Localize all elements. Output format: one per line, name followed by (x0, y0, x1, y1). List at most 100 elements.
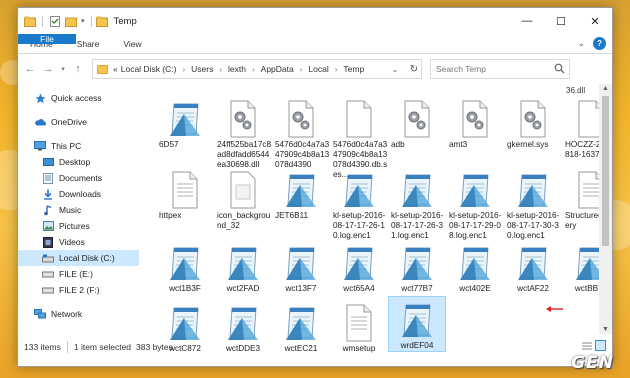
file-item[interactable]: 5476d0c4a7a347909c4b8a13078d4390 (272, 94, 330, 170)
file-item[interactable]: kl-setup-2016-08-17-17-29-08.log.enc1 (446, 165, 504, 241)
notepad-icon (339, 238, 379, 282)
file-item[interactable]: kl-setup-2016-08-17-17-26-31.log.enc1 (388, 165, 446, 241)
sidebar-item-file-e[interactable]: FILE (E:) (18, 266, 139, 282)
file-name: wctAF22 (517, 284, 549, 293)
new-folder-icon[interactable] (65, 16, 77, 27)
notepad-icon (397, 165, 437, 209)
customize-toolbar-icon[interactable]: ▾ (81, 17, 85, 25)
folder-icon (97, 64, 108, 74)
sidebar-item-documents[interactable]: Documents (18, 170, 139, 186)
sidebar-item-this-pc[interactable]: This PC (18, 138, 139, 154)
file-item[interactable]: kl-setup-2016-08-17-17-30-30.log.enc1 (504, 165, 562, 241)
file-name: wct13F7 (285, 284, 317, 293)
scrollbar-thumb[interactable] (602, 96, 609, 246)
scroll-down-icon[interactable]: ▼ (599, 326, 612, 333)
sidebar-item-downloads[interactable]: Downloads (18, 186, 139, 202)
tab-view[interactable]: View (111, 34, 153, 53)
status-separator (66, 340, 68, 353)
file-item[interactable]: amt3 (446, 94, 504, 150)
breadcrumb-separator[interactable]: › (335, 65, 338, 74)
breadcrumb-item[interactable]: Temp (343, 64, 364, 74)
notepad-icon (513, 238, 553, 282)
quick-access-toolbar: ▾ (24, 15, 94, 27)
sidebar-item-desktop[interactable]: Desktop (18, 154, 139, 170)
file-item[interactable]: adb (388, 94, 446, 150)
tab-file[interactable]: File (18, 34, 76, 44)
recent-locations-button[interactable]: ▾ (58, 60, 68, 78)
sidebar-item-videos[interactable]: Videos (18, 234, 139, 250)
file-item[interactable]: wct65A4 (330, 238, 388, 294)
file-item[interactable]: wct402E (446, 238, 504, 294)
breadcrumb-item[interactable]: lexth (228, 64, 246, 74)
breadcrumb-item[interactable]: Local (308, 64, 328, 74)
maximize-button[interactable]: ☐ (544, 8, 578, 34)
folder-icon (24, 16, 36, 27)
sidebar-item-file-2-f[interactable]: FILE 2 (F:) (18, 282, 139, 298)
breadcrumb-overflow[interactable]: « (113, 64, 118, 74)
sidebar-item-label: FILE (E:) (59, 269, 94, 279)
large-icons-view-icon[interactable] (595, 340, 606, 353)
file-item[interactable]: wct1B3F (156, 238, 214, 294)
minimize-button[interactable]: — (510, 8, 544, 34)
file-name: wct2FAD (226, 284, 260, 293)
sidebar-item-pictures[interactable]: Pictures (18, 218, 139, 234)
window-title: Temp (113, 15, 137, 27)
address-dropdown-icon[interactable]: ⌄ (388, 65, 402, 74)
file-item[interactable]: JET6B11 (272, 165, 330, 221)
sidebar-item-label: FILE 2 (F:) (59, 285, 100, 295)
breadcrumb-item[interactable]: Users (191, 64, 213, 74)
search-input[interactable] (436, 64, 551, 74)
properties-icon[interactable] (49, 15, 61, 27)
sidebar-item-network[interactable]: Network (18, 306, 139, 322)
sidebar-item-label: Quick access (51, 93, 102, 103)
sidebar-item-label: Documents (59, 173, 102, 183)
drive-icon (42, 269, 54, 280)
file-item[interactable]: 24ff525ba17c8ad8dfadd6544ea30698.dll (214, 94, 272, 170)
drive-icon (42, 285, 54, 296)
desktop-icon (42, 157, 54, 168)
file-item[interactable]: wct13F7 (272, 238, 330, 294)
help-icon[interactable]: ? (593, 37, 606, 50)
file-item[interactable]: gkernel.sys (504, 94, 562, 150)
file-item[interactable]: 6D57 (156, 94, 214, 150)
file-item[interactable]: icon_background_32 (214, 165, 272, 231)
breadcrumb-separator[interactable]: › (219, 65, 222, 74)
notepad-icon (397, 297, 437, 339)
image-file-icon (223, 165, 263, 209)
back-button[interactable]: ← (22, 60, 38, 78)
vertical-scrollbar[interactable]: ▲ ▼ (599, 84, 612, 334)
scroll-up-icon[interactable]: ▲ (599, 85, 612, 92)
file-name: kl-setup-2016-08-17-17-30-30.log.enc1 (507, 211, 560, 240)
forward-button[interactable]: → (40, 60, 56, 78)
file-item[interactable]: wctAF22 (504, 238, 562, 294)
details-view-icon[interactable] (582, 341, 592, 353)
sidebar-item-quick-access[interactable]: Quick access (18, 90, 139, 106)
breadcrumb-separator[interactable]: › (252, 65, 255, 74)
window-controls: — ☐ ✕ (510, 8, 612, 34)
file-item[interactable]: wct77B7 (388, 238, 446, 294)
refresh-icon[interactable]: ↻ (407, 64, 421, 75)
breadcrumb-item[interactable]: AppData (261, 64, 294, 74)
file-item[interactable]: httpex (156, 165, 214, 221)
file-name: amt3 (449, 140, 468, 149)
sidebar-item-music[interactable]: Music (18, 202, 139, 218)
close-button[interactable]: ✕ (578, 8, 612, 34)
file-name: gkernel.sys (507, 140, 549, 149)
sidebar-item-onedrive[interactable]: OneDrive (18, 114, 139, 130)
sidebar-item-label: Desktop (59, 157, 91, 167)
up-button[interactable]: ↑ (70, 60, 86, 78)
chevron-down-icon[interactable]: ⌄ (577, 38, 585, 49)
address-bar[interactable]: « Local Disk (C:) › Users › lexth › AppD… (92, 59, 422, 79)
breadcrumb-separator[interactable]: › (182, 65, 185, 74)
file-item[interactable]: wct2FAD (214, 238, 272, 294)
sidebar-item-label: Network (51, 309, 83, 319)
search-icon[interactable] (554, 63, 565, 76)
sidebar-item-local-disk-c[interactable]: Local Disk (C:) (18, 250, 139, 266)
breadcrumb-separator[interactable]: › (300, 65, 303, 74)
file-item[interactable]: kl-setup-2016-08-17-17-26-10.log.enc1 (330, 165, 388, 241)
search-box[interactable] (430, 59, 570, 79)
breadcrumb-item[interactable]: Local Disk (C:) (121, 64, 177, 74)
navigation-bar: ← → ▾ ↑ « Local Disk (C:) › Users › lext… (18, 54, 612, 84)
file-name: kl-setup-2016-08-17-17-26-10.log.enc1 (333, 211, 386, 240)
